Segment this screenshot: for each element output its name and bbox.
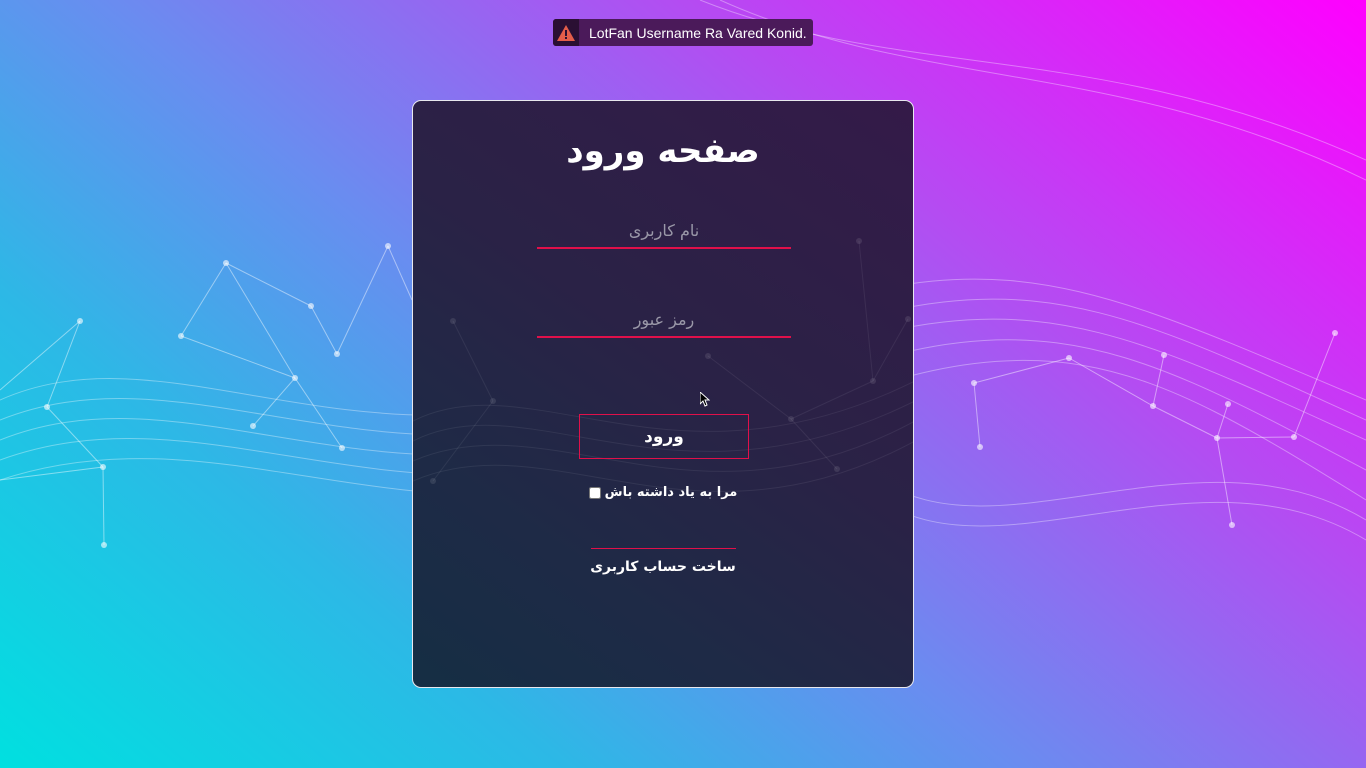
signup-divider [591,548,736,549]
warning-icon [553,19,579,46]
card-network-decoration [413,238,913,492]
create-account-link[interactable]: ساخت حساب کاربری [413,559,913,575]
login-card: صفحه ورود ورود مرا به یاد داشته باش ساخت… [412,100,914,688]
warning-toast: LotFan Username Ra Vared Konid. [553,19,813,46]
toast-message: LotFan Username Ra Vared Konid. [589,24,807,41]
login-button[interactable]: ورود [579,414,749,459]
remember-me-label: مرا به یاد داشته باش [604,485,738,500]
mouse-cursor-icon [700,392,710,407]
username-input[interactable] [537,213,791,249]
remember-me-checkbox[interactable] [588,486,601,499]
remember-me-row: مرا به یاد داشته باش [413,485,913,500]
page-title: صفحه ورود [566,131,760,171]
password-input[interactable] [537,302,791,338]
